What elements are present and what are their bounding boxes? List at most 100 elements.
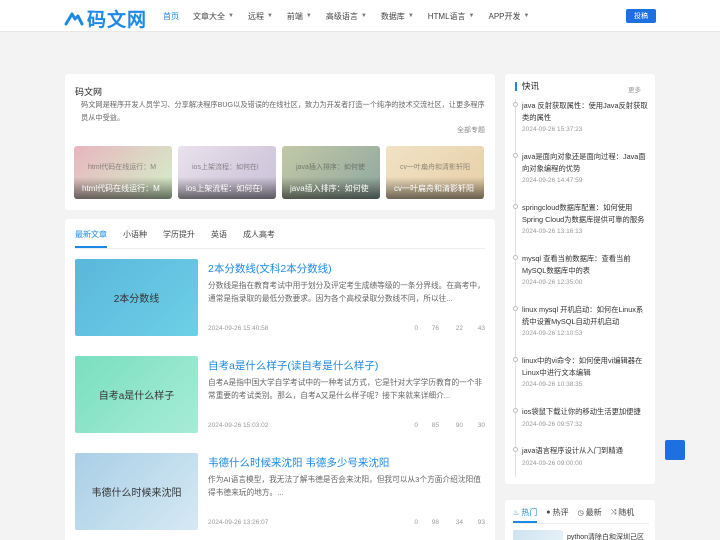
chevron-down-icon: ▼	[523, 13, 530, 19]
article-thumbnail[interactable]: 自考a是什么样子	[75, 356, 198, 433]
nav-item[interactable]: 首页	[163, 11, 179, 22]
news-item-date: 2024-09-26 09:00:00	[522, 459, 583, 467]
news-item[interactable]: ios袋鼠下载让你的移动生活更加便捷 2024-09-26 09:57:32	[513, 406, 650, 428]
nav-item[interactable]: 高级语言 ▼	[326, 11, 367, 22]
article-stat: 0	[414, 325, 418, 332]
chevron-down-icon: ▼	[266, 13, 273, 19]
thumbnail-caption: html代码在线运行：M	[82, 184, 160, 193]
nav-item[interactable]: 数据库 ▼	[381, 11, 414, 22]
article-stat: 85	[431, 422, 439, 429]
logo-icon	[64, 12, 84, 25]
logo-text: 码文网	[87, 9, 148, 31]
nav-item[interactable]: 远程 ▼	[248, 11, 273, 22]
article-excerpt: 自考A是指中国大学自学考试中的一种考试方式，它是针对大学学历教育的一个非常重要的…	[208, 378, 483, 400]
nav-item[interactable]: APP开发 ▼	[489, 11, 530, 22]
news-item[interactable]: java语言程序设计从入门到精通 2024-09-26 09:00:00	[513, 445, 650, 467]
nav-item[interactable]: 前端 ▼	[287, 11, 312, 22]
nav-item-label: APP开发	[488, 11, 521, 21]
topic-thumbnail[interactable]: java插入排序：如何使 java插入排序：如何使	[282, 146, 380, 199]
article-tab[interactable]: 英语	[211, 229, 227, 248]
article-thumbnail[interactable]: 2本分数线	[75, 259, 198, 336]
thumbnail-caption: cv一叶扁舟和清影轩阳	[394, 184, 474, 193]
article-tab[interactable]: 小语种	[123, 229, 147, 248]
news-item-title: java语言程序设计从入门到精通	[522, 446, 623, 455]
back-to-top-button[interactable]	[665, 440, 685, 460]
hot-post-thumbnail[interactable]	[513, 530, 563, 540]
news-item-date: 2024-09-26 15:37:23	[522, 126, 583, 133]
site-intro-card: 码文网 码文网是程序开发人员学习、分享解决程序BUG以及错误的在线社区，致力为开…	[65, 74, 495, 210]
article-item: 自考a是什么样子 自考a是什么样子(读自考是什么样子) 自考A是指中国大学自学考试中…	[75, 356, 485, 434]
hot-tab[interactable]: ♨ 热门	[513, 507, 538, 523]
news-item-date: 2024-09-26 12:35:00	[522, 279, 583, 286]
thumbnail-watermark: java插入排序：如何使	[296, 164, 365, 171]
news-item-date: 2024-09-26 14:47:59	[522, 177, 583, 184]
thumbnail-watermark: cv一叶扁舟和清影轩阳	[400, 164, 470, 171]
shuffle-icon: ⤨	[610, 508, 617, 516]
article-stat: 76	[431, 325, 439, 332]
article-excerpt: 作为AI语言模型，我无法了解韦德是否会来沈阳，但我可以从3个方面介绍沈阳值得韦德…	[208, 475, 481, 497]
timeline-dot	[513, 102, 518, 107]
news-item-title: java 反射获取属性：使用Java反射获取类的属性	[522, 101, 648, 122]
chevron-down-icon: ▼	[305, 13, 312, 19]
hot-posts-card: ♨ 热门 ● 热评 ◷ 最新 ⤨ 随机 python清除白和深圳己区	[505, 500, 655, 540]
article-title[interactable]: 韦德什么时候来沈阳 韦德多少号来沈阳	[208, 455, 389, 470]
timeline-dot	[513, 447, 518, 452]
timeline-dot	[513, 357, 518, 362]
hot-tab-label: 热门	[521, 508, 538, 517]
news-item-title: linux中的vi命令：如何使用vi编辑器在Linux中进行文本编辑	[522, 356, 643, 377]
article-stat: 22	[455, 325, 463, 332]
article-list-card: 最新文章 小语种 学历提升 英语 成人高考 2本分数线 2本分数线(文科2本分数线) 分数线…	[65, 219, 495, 540]
news-item[interactable]: java是面向对象还是面向过程：Java面向对象编程的优势 2024-09-26 …	[513, 151, 650, 184]
hot-post-title[interactable]: python清除白和深圳己区	[567, 532, 644, 540]
post-button[interactable]: 投稿	[626, 9, 656, 23]
hot-tab[interactable]: ● 热评	[546, 507, 568, 523]
topic-thumbnail[interactable]: cv一叶扁舟和清影轩阳 cv一叶扁舟和清影轩阳	[386, 146, 484, 199]
nav-item-label: HTML语言	[427, 11, 466, 21]
article-stat: 93	[477, 519, 485, 526]
thumbnail-caption: java插入排序：如何使	[290, 184, 369, 193]
topic-thumbnails: html代码在线运行：M html代码在线运行：M ios上架流程：如何在i ios上…	[74, 146, 484, 199]
timeline-dot	[513, 306, 518, 311]
article-tab[interactable]: 学历提升	[163, 229, 195, 248]
top-header: 码文网 首页 文章大全 ▼ 远程 ▼ 前端 ▼ 高级语言 ▼ 数据库 ▼ HTML语言 ▼ APP开发 ▼ …	[0, 0, 720, 32]
news-item-title: ios袋鼠下载让你的移动生活更加便捷	[522, 407, 641, 416]
article-tab[interactable]: 成人高考	[243, 229, 275, 248]
article-thumbnail[interactable]: 韦德什么时候来沈阳	[75, 453, 198, 530]
article-stat: 0	[414, 519, 418, 526]
topic-thumbnail[interactable]: html代码在线运行：M html代码在线运行：M	[74, 146, 172, 199]
thumbnail-caption: ios上架流程：如何在i	[186, 184, 263, 193]
topic-thumbnail[interactable]: ios上架流程：如何在i ios上架流程：如何在i	[178, 146, 276, 199]
news-item-date: 2024-09-26 13:16:13	[522, 228, 583, 235]
news-item[interactable]: java 反射获取属性：使用Java反射获取类的属性 2024-09-26 15:…	[513, 100, 650, 133]
nav-item[interactable]: HTML语言 ▼	[428, 11, 475, 22]
article-meta: 2024-09-26 15:03:02 0 85 90 30	[208, 422, 485, 432]
site-logo[interactable]: 码文网	[64, 5, 147, 32]
nav-item-label: 前端	[286, 11, 303, 21]
hot-tab[interactable]: ⤨ 随机	[611, 507, 635, 523]
news-item[interactable]: linux mysql 开机启动：如何在Linux系统中设置MySQL自动开机启…	[513, 304, 650, 337]
nav-item-label: 高级语言	[325, 11, 358, 21]
article-tab[interactable]: 最新文章	[75, 229, 107, 248]
article-date: 2024-09-26 15:03:02	[208, 422, 269, 429]
news-item-title: mysql 查看当前数据库：查看当前MySQL数据库中的表	[522, 254, 631, 275]
article-stat: 0	[414, 422, 418, 429]
tab-divider	[75, 248, 485, 249]
all-topics-link[interactable]: 全部专题	[457, 125, 485, 135]
news-item[interactable]: mysql 查看当前数据库：查看当前MySQL数据库中的表 2024-09-26 …	[513, 253, 650, 286]
intro-title: 码文网	[75, 87, 103, 97]
thumbnail-watermark: html代码在线运行：M	[88, 164, 157, 171]
article-stat: 34	[455, 519, 463, 526]
news-sidebar: 快讯 更多 java 反射获取属性：使用Java反射获取类的属性 2024-09-…	[505, 74, 655, 484]
news-item[interactable]: springcloud数据库配置：如何使用Spring Cloud为数据库提供可…	[513, 202, 650, 235]
news-item[interactable]: linux中的vi命令：如何使用vi编辑器在Linux中进行文本编辑 2024-0…	[513, 355, 650, 388]
article-title[interactable]: 2本分数线(文科2本分数线)	[208, 261, 332, 276]
news-more-link[interactable]: 更多	[628, 84, 641, 94]
nav-item-label: 文章大全	[193, 11, 225, 21]
nav-item[interactable]: 文章大全 ▼	[193, 11, 234, 22]
nav-item-label: 远程	[247, 11, 264, 21]
article-title[interactable]: 自考a是什么样子(读自考是什么样子)	[208, 358, 378, 373]
chevron-down-icon: ▼	[407, 13, 414, 19]
thumbnail-watermark: ios上架流程：如何在i	[192, 164, 259, 171]
hot-tab[interactable]: ◷ 最新	[578, 507, 602, 523]
news-item-title: java是面向对象还是面向过程：Java面向对象编程的优势	[522, 152, 646, 173]
